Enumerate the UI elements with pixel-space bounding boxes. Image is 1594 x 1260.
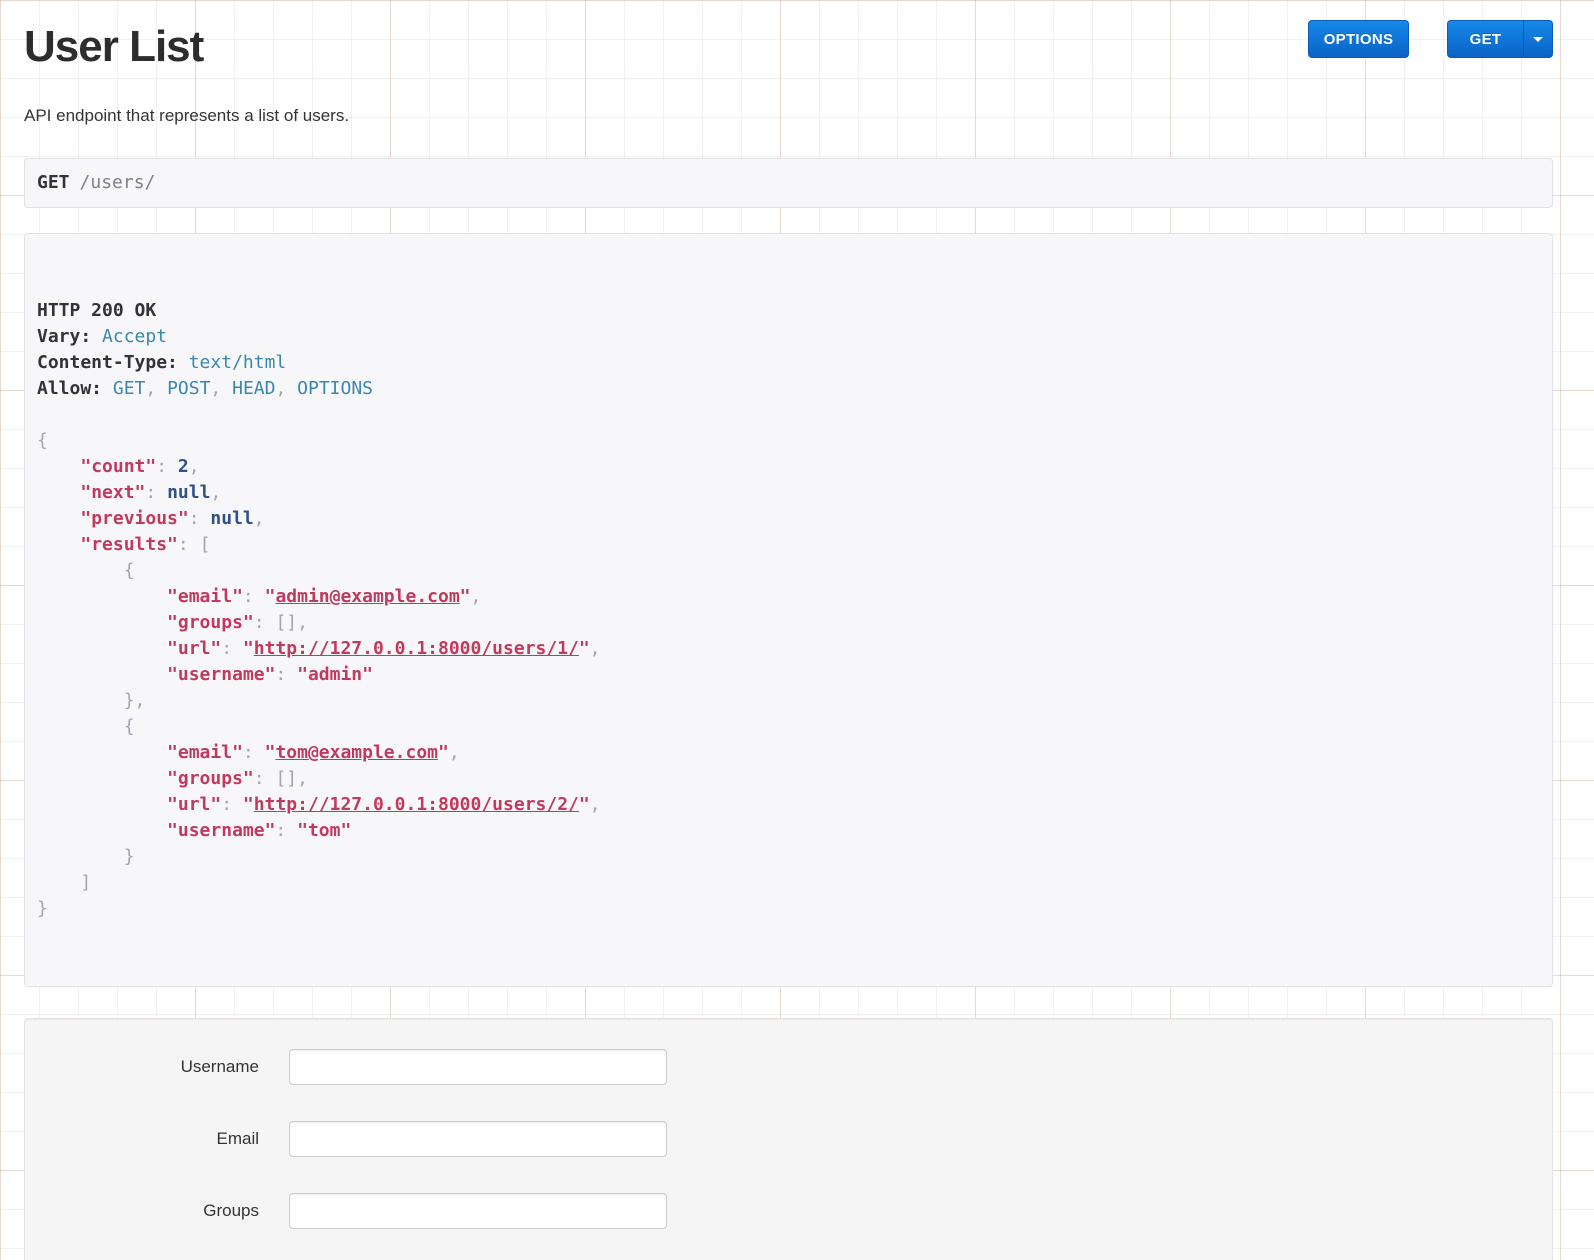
request-path: /users/ <box>80 172 156 193</box>
get-split-button: GET <box>1447 20 1553 58</box>
json-link[interactable]: admin@example.com <box>275 586 459 607</box>
create-user-form: Username Email Groups POST <box>24 1018 1553 1260</box>
json-link[interactable]: tom@example.com <box>275 742 438 763</box>
email-label: Email <box>25 1121 259 1157</box>
get-button[interactable]: GET <box>1447 20 1523 58</box>
page-container: OPTIONS GET User List API endpoint that … <box>24 0 1553 1260</box>
request-method: GET <box>37 172 70 193</box>
json-link[interactable]: http://127.0.0.1:8000/users/1/ <box>254 638 579 659</box>
request-bar: GET/users/ <box>24 158 1553 208</box>
caret-down-icon <box>1533 37 1543 42</box>
groups-label: Groups <box>25 1193 259 1229</box>
form-row-username: Username <box>25 1049 1552 1085</box>
form-row-groups: Groups <box>25 1193 1552 1229</box>
response-panel: HTTP 200 OKVary: AcceptContent-Type: tex… <box>24 233 1553 987</box>
page-description: API endpoint that represents a list of u… <box>24 106 1553 126</box>
username-label: Username <box>25 1049 259 1085</box>
groups-input[interactable] <box>289 1193 667 1229</box>
form-row-email: Email <box>25 1121 1552 1157</box>
options-button[interactable]: OPTIONS <box>1308 20 1409 58</box>
response-body: HTTP 200 OKVary: AcceptContent-Type: tex… <box>37 298 1540 922</box>
get-dropdown-toggle[interactable] <box>1523 20 1553 58</box>
json-link[interactable]: http://127.0.0.1:8000/users/2/ <box>254 794 579 815</box>
toolbar: OPTIONS GET <box>1308 20 1553 58</box>
email-input[interactable] <box>289 1121 667 1157</box>
username-input[interactable] <box>289 1049 667 1085</box>
